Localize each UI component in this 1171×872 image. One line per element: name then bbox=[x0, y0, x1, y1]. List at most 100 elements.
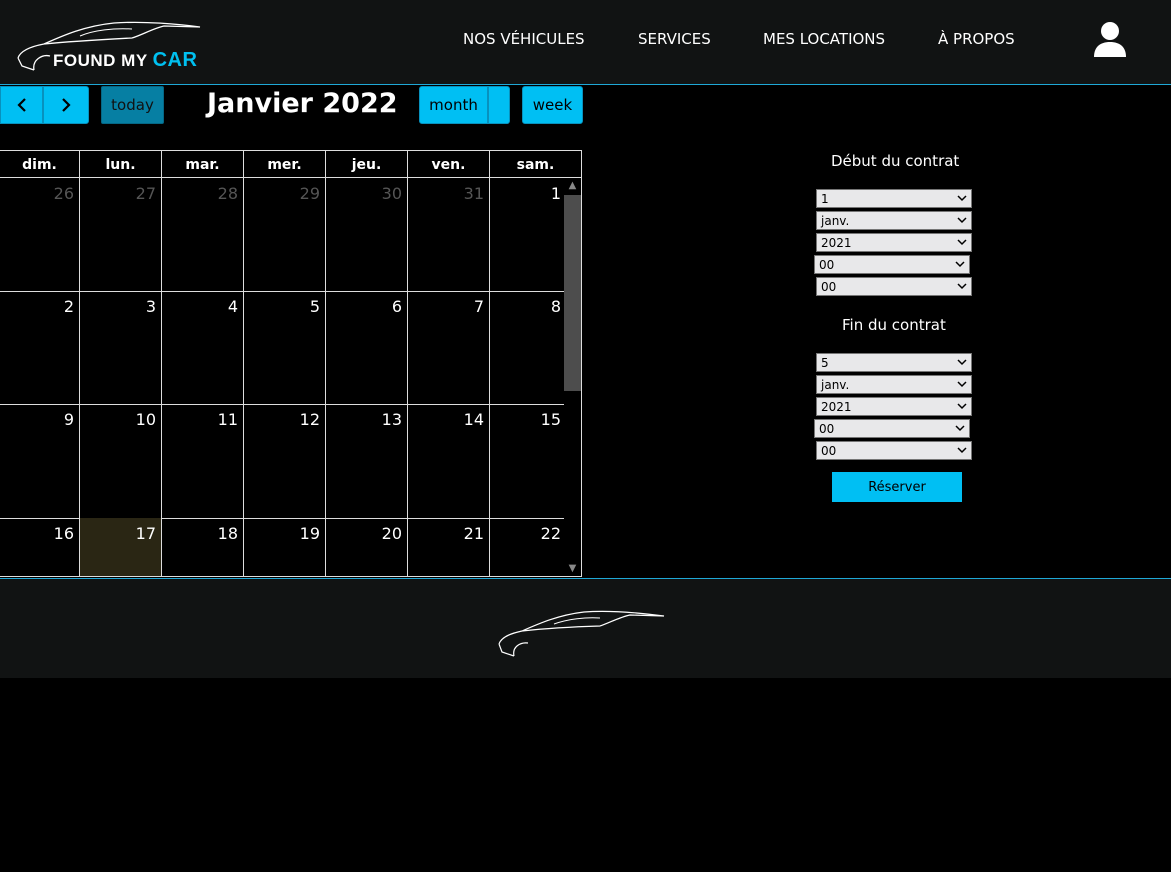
end-month-select[interactable]: janv. bbox=[816, 375, 972, 394]
calendar-day-cell[interactable]: 6 bbox=[326, 291, 408, 404]
start-contract-label: Début du contrat bbox=[831, 152, 960, 170]
select-value: 00 bbox=[819, 257, 835, 272]
select-value: 5 bbox=[821, 355, 829, 370]
logo-text-car: CAR bbox=[152, 49, 198, 71]
calendar-day-cell[interactable]: 16 bbox=[0, 518, 80, 576]
start-month-select[interactable]: janv. bbox=[816, 211, 972, 230]
calendar-day-cell[interactable]: 18 bbox=[162, 518, 244, 576]
start-minute-select[interactable]: 00 bbox=[816, 277, 972, 296]
view-button-empty[interactable] bbox=[488, 86, 510, 124]
chevron-down-icon bbox=[957, 359, 967, 366]
calendar-week-row: 2 3 4 5 6 7 8 bbox=[0, 291, 566, 405]
nav-vehicules[interactable]: NOS VÉHICULES bbox=[463, 30, 585, 48]
calendar-day-cell[interactable]: 8 bbox=[490, 291, 566, 404]
day-number: 2 bbox=[63, 297, 74, 316]
end-contract-label: Fin du contrat bbox=[842, 316, 946, 334]
weekday-label: mar. bbox=[162, 151, 244, 178]
calendar-day-cell[interactable]: 30 bbox=[326, 178, 408, 291]
day-number: 29 bbox=[299, 184, 320, 203]
weekday-label: jeu. bbox=[326, 151, 408, 178]
weekday-label: lun. bbox=[80, 151, 162, 178]
start-hour-select[interactable]: 00 bbox=[814, 255, 970, 274]
day-number: 13 bbox=[381, 410, 402, 429]
logo-text-found: FOUND MY bbox=[53, 51, 153, 70]
select-value: 00 bbox=[821, 279, 837, 294]
prev-button[interactable] bbox=[0, 86, 43, 124]
chevron-down-icon bbox=[957, 239, 967, 246]
calendar-day-cell[interactable]: 1 bbox=[490, 178, 566, 291]
chevron-left-icon bbox=[16, 98, 26, 112]
calendar-day-cell[interactable]: 2 bbox=[0, 291, 80, 404]
chevron-down-icon bbox=[957, 283, 967, 290]
scroll-down-icon[interactable]: ▼ bbox=[564, 561, 581, 576]
start-day-select[interactable]: 1 bbox=[816, 189, 972, 208]
day-number: 15 bbox=[540, 410, 561, 429]
end-day-select[interactable]: 5 bbox=[816, 353, 972, 372]
calendar-day-cell[interactable]: 22 bbox=[490, 518, 566, 576]
calendar-title: Janvier 2022 bbox=[207, 88, 398, 119]
day-number: 22 bbox=[540, 524, 561, 543]
chevron-down-icon bbox=[955, 425, 965, 432]
calendar-day-cell[interactable]: 17 bbox=[80, 518, 162, 576]
scroll-up-icon[interactable]: ▲ bbox=[564, 178, 581, 193]
calendar-day-cell[interactable]: 21 bbox=[408, 518, 490, 576]
calendar-grid: 26 27 28 29 30 31 1 2 3 4 5 6 7 8 9 10 11 12 13 14 15 16 17 18 1… bbox=[0, 178, 582, 577]
day-number: 10 bbox=[135, 410, 156, 429]
brand-logo[interactable]: FOUND MY CAR bbox=[14, 18, 204, 74]
calendar-day-cell[interactable]: 20 bbox=[326, 518, 408, 576]
nav-a-propos[interactable]: À PROPOS bbox=[938, 30, 1015, 48]
day-number: 20 bbox=[381, 524, 402, 543]
start-year-select[interactable]: 2021 bbox=[816, 233, 972, 252]
weekday-label: mer. bbox=[244, 151, 326, 178]
reserve-button[interactable]: Réserver bbox=[832, 472, 962, 502]
nav-locations[interactable]: MES LOCATIONS bbox=[763, 30, 885, 48]
calendar-day-cell[interactable]: 11 bbox=[162, 404, 244, 518]
select-value: 1 bbox=[821, 191, 829, 206]
day-number: 31 bbox=[463, 184, 484, 203]
day-number: 21 bbox=[463, 524, 484, 543]
logo-text: FOUND MY CAR bbox=[53, 49, 197, 72]
calendar-day-cell[interactable]: 12 bbox=[244, 404, 326, 518]
calendar-day-cell[interactable]: 10 bbox=[80, 404, 162, 518]
next-button[interactable] bbox=[43, 86, 89, 124]
chevron-down-icon bbox=[957, 447, 967, 454]
calendar-day-cell[interactable]: 26 bbox=[0, 178, 80, 291]
calendar-week-row: 16 17 18 19 20 21 22 bbox=[0, 518, 566, 576]
day-number: 30 bbox=[381, 184, 402, 203]
calendar-day-cell[interactable]: 4 bbox=[162, 291, 244, 404]
calendar-day-cell[interactable]: 5 bbox=[244, 291, 326, 404]
nav-services[interactable]: SERVICES bbox=[638, 30, 711, 48]
calendar-week-row: 9 10 11 12 13 14 15 bbox=[0, 404, 566, 519]
calendar-day-cell[interactable]: 15 bbox=[490, 404, 566, 518]
calendar-day-cell[interactable]: 3 bbox=[80, 291, 162, 404]
day-number: 9 bbox=[63, 410, 74, 429]
end-year-select[interactable]: 2021 bbox=[816, 397, 972, 416]
site-header: FOUND MY CAR NOS VÉHICULES SERVICES MES … bbox=[0, 0, 1171, 85]
calendar-day-cell[interactable]: 13 bbox=[326, 404, 408, 518]
user-icon[interactable] bbox=[1092, 21, 1128, 59]
select-value: 2021 bbox=[821, 399, 852, 414]
end-hour-select[interactable]: 00 bbox=[814, 419, 970, 438]
calendar-day-cell[interactable]: 19 bbox=[244, 518, 326, 576]
calendar-day-cell[interactable]: 14 bbox=[408, 404, 490, 518]
end-minute-select[interactable]: 00 bbox=[816, 441, 972, 460]
scrollbar-thumb[interactable] bbox=[564, 195, 581, 391]
calendar-day-cell[interactable]: 28 bbox=[162, 178, 244, 291]
calendar-day-cell[interactable]: 9 bbox=[0, 404, 80, 518]
month-view-button[interactable]: month bbox=[419, 86, 488, 124]
day-number: 26 bbox=[53, 184, 74, 203]
calendar-day-cell[interactable]: 7 bbox=[408, 291, 490, 404]
day-number: 17 bbox=[135, 524, 156, 543]
day-number: 12 bbox=[299, 410, 320, 429]
calendar-day-cell[interactable]: 31 bbox=[408, 178, 490, 291]
calendar-scrollbar[interactable]: ▲ ▼ bbox=[564, 178, 581, 576]
select-value: 00 bbox=[819, 421, 835, 436]
week-view-button[interactable]: week bbox=[522, 86, 583, 124]
today-button[interactable]: today bbox=[101, 86, 164, 124]
day-number: 18 bbox=[217, 524, 238, 543]
weekday-label: ven. bbox=[408, 151, 490, 178]
calendar-day-cell[interactable]: 27 bbox=[80, 178, 162, 291]
calendar-day-cell[interactable]: 29 bbox=[244, 178, 326, 291]
chevron-down-icon bbox=[957, 195, 967, 202]
select-value: 2021 bbox=[821, 235, 852, 250]
